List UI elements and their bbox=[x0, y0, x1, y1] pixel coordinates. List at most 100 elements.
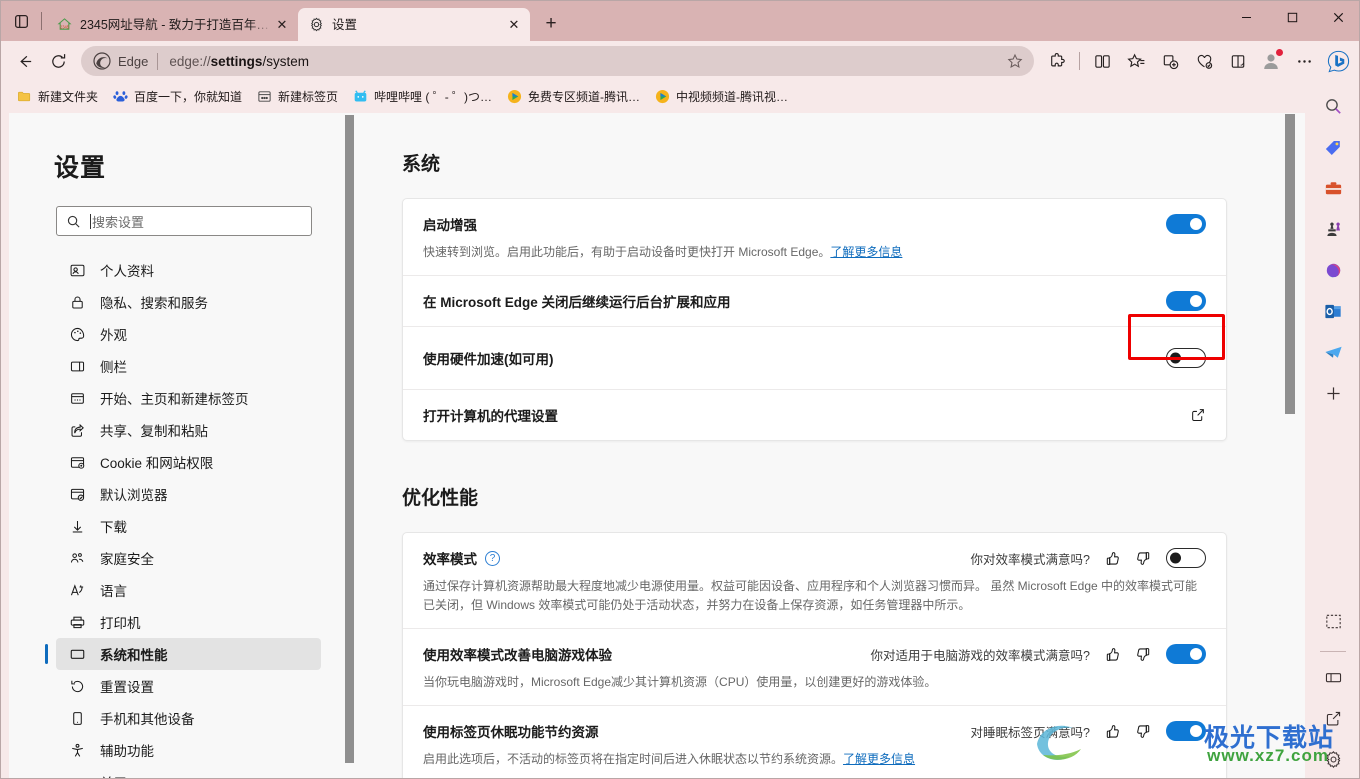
tab-close-button[interactable]: ✕ bbox=[272, 15, 292, 35]
setting-row-efficiency-mode: 效率模式 ? 你对效率模式满意吗? 通过保存计算机资源帮助最大程度地减少电源使用… bbox=[403, 533, 1226, 629]
screenshot-icon[interactable] bbox=[1316, 604, 1350, 638]
tencent-video-icon bbox=[654, 88, 670, 104]
new-tab-button[interactable]: + bbox=[536, 9, 566, 39]
open-external-icon[interactable] bbox=[1316, 701, 1350, 735]
sidebar-item-share-copy-paste[interactable]: 共享、复制和粘贴 bbox=[56, 414, 321, 446]
browser-essentials-icon[interactable] bbox=[1188, 45, 1220, 77]
thumbs-up-icon[interactable] bbox=[1104, 723, 1121, 740]
outlook-icon[interactable] bbox=[1316, 294, 1350, 328]
tab-strip: 2345 2345网址导航 - 致力于打造百年… ✕ 设置 ✕ + bbox=[1, 1, 1359, 41]
thumbs-down-icon[interactable] bbox=[1135, 646, 1152, 663]
office-icon[interactable] bbox=[1316, 253, 1350, 287]
minimize-button[interactable] bbox=[1223, 1, 1269, 33]
star-outline-icon[interactable] bbox=[1002, 48, 1028, 74]
url-host: settings bbox=[210, 53, 263, 69]
sidebar-item-languages[interactable]: 语言 bbox=[56, 574, 321, 606]
bookmark-item[interactable]: 百度一下，你就知道 bbox=[105, 84, 249, 108]
default-browser-icon bbox=[67, 484, 87, 504]
close-button[interactable] bbox=[1315, 1, 1359, 33]
sidebar-item-phone-other-devices[interactable]: 手机和其他设备 bbox=[56, 702, 321, 734]
sidebar-item-default-browser[interactable]: 默认浏览器 bbox=[56, 478, 321, 510]
search-input[interactable]: 搜索设置 bbox=[56, 206, 312, 236]
accessibility-icon bbox=[67, 740, 87, 760]
hardware-acceleration-toggle[interactable] bbox=[1166, 348, 1206, 368]
sidebar-scrollbar-thumb[interactable] bbox=[345, 115, 354, 763]
learn-more-link[interactable]: 了解更多信息 bbox=[830, 245, 902, 259]
tab-actions-icon[interactable] bbox=[1, 1, 41, 41]
thumbs-down-icon[interactable] bbox=[1135, 550, 1152, 567]
description-text: 启用此选项后，不活动的标签页将在指定时间后进入休眠状态以节约系统资源。 bbox=[423, 752, 844, 766]
refresh-icon[interactable] bbox=[42, 45, 74, 77]
help-circle-icon[interactable]: ? bbox=[485, 550, 500, 566]
setting-row-proxy-settings[interactable]: 打开计算机的代理设置 bbox=[403, 390, 1226, 440]
sleeping-tabs-toggle[interactable] bbox=[1166, 721, 1206, 741]
tab-item-1[interactable]: 设置 ✕ bbox=[298, 8, 530, 41]
split-screen-icon[interactable] bbox=[1086, 45, 1118, 77]
sidebar-item-family-safety[interactable]: 家庭安全 bbox=[56, 542, 321, 574]
omnibox-url[interactable]: edge://settings/system bbox=[169, 54, 1002, 69]
sidebar-item-label: 下载 bbox=[100, 520, 127, 535]
settings-sidebar: 设置 搜索设置 个人资料 隐私、搜索和服务 外观 侧栏 开始、主页和新建标签页 … bbox=[9, 113, 354, 778]
bookmark-item[interactable]: 新建文件夹 bbox=[9, 84, 105, 108]
sidebar-item-accessibility[interactable]: 辅助功能 bbox=[56, 734, 321, 766]
read-aloud-icon[interactable] bbox=[1222, 45, 1254, 77]
sidebar-item-about-edge[interactable]: 关于 Microsoft Edge bbox=[56, 766, 321, 778]
telegram-plane-icon[interactable] bbox=[1316, 335, 1350, 369]
sidebar-item-profile[interactable]: 个人资料 bbox=[56, 254, 321, 286]
bing-copilot-icon[interactable] bbox=[1322, 45, 1354, 77]
address-bar[interactable]: Edge edge://settings/system bbox=[81, 46, 1034, 76]
sidebar-item-downloads[interactable]: 下载 bbox=[56, 510, 321, 542]
bookmark-item[interactable]: 新建标签页 bbox=[249, 84, 345, 108]
thumbs-down-icon[interactable] bbox=[1135, 723, 1152, 740]
collections-icon[interactable] bbox=[1154, 45, 1186, 77]
download-arrow-icon bbox=[67, 516, 87, 536]
background-apps-toggle[interactable] bbox=[1166, 291, 1206, 311]
settings-gear-icon[interactable] bbox=[1316, 742, 1350, 776]
printer-icon bbox=[67, 612, 87, 632]
open-external-icon[interactable] bbox=[1190, 407, 1206, 423]
sidebar-item-appearance[interactable]: 外观 bbox=[56, 318, 321, 350]
settings-content: 系统 启动增强 快速转到浏览。启用此功能后，有助于启动设备时更快打开 Micro… bbox=[356, 113, 1296, 778]
content-scrollbar[interactable] bbox=[1285, 114, 1295, 777]
search-magnifier-icon[interactable] bbox=[1316, 89, 1350, 123]
profile-avatar-icon[interactable] bbox=[1255, 45, 1287, 77]
content-scrollbar-thumb[interactable] bbox=[1285, 114, 1295, 414]
games-icon[interactable] bbox=[1316, 212, 1350, 246]
add-plus-icon[interactable] bbox=[1316, 376, 1350, 410]
extensions-icon[interactable] bbox=[1041, 45, 1073, 77]
efficiency-mode-toggle[interactable] bbox=[1166, 548, 1206, 568]
more-ellipsis-icon[interactable] bbox=[1288, 45, 1320, 77]
tencent-video-icon bbox=[506, 88, 522, 104]
sidebar-item-cookies-permissions[interactable]: Cookie 和网站权限 bbox=[56, 446, 321, 478]
learn-more-link[interactable]: 了解更多信息 bbox=[843, 752, 915, 766]
thumbs-up-icon[interactable] bbox=[1104, 550, 1121, 567]
sidebar-item-label: 手机和其他设备 bbox=[100, 712, 195, 727]
shopping-tag-icon[interactable] bbox=[1316, 130, 1350, 164]
maximize-button[interactable] bbox=[1269, 1, 1315, 33]
sidebar-item-printers[interactable]: 打印机 bbox=[56, 606, 321, 638]
sidebar-item-label: 关于 Microsoft Edge bbox=[100, 772, 221, 778]
back-arrow-icon[interactable] bbox=[8, 45, 40, 77]
tab-item-0[interactable]: 2345 2345网址导航 - 致力于打造百年… ✕ bbox=[46, 8, 298, 41]
favorites-icon[interactable] bbox=[1120, 45, 1152, 77]
startup-boost-toggle[interactable] bbox=[1166, 214, 1206, 234]
browser-toolbar: Edge edge://settings/system bbox=[1, 41, 1359, 81]
sidebar-item-start-home-newtab[interactable]: 开始、主页和新建标签页 bbox=[56, 382, 321, 414]
thumbs-up-icon[interactable] bbox=[1104, 646, 1121, 663]
sidebar-scrollbar[interactable] bbox=[345, 115, 354, 770]
tools-briefcase-icon[interactable] bbox=[1316, 171, 1350, 205]
omnibox-brand-label: Edge bbox=[118, 53, 149, 69]
tab-close-button[interactable]: ✕ bbox=[504, 15, 524, 35]
split-panel-icon[interactable] bbox=[1316, 660, 1350, 694]
pc-gaming-efficiency-toggle[interactable] bbox=[1166, 644, 1206, 664]
sidebar-item-system-performance[interactable]: 系统和性能 bbox=[45, 638, 321, 670]
bookmark-item[interactable]: 免费专区频道-腾讯… bbox=[499, 84, 647, 108]
sidebar-item-label: Cookie 和网站权限 bbox=[100, 456, 214, 471]
bookmark-item[interactable]: 哔哩哔哩 ( ゜- ゜)つ… bbox=[345, 84, 499, 108]
sidebar-item-reset-settings[interactable]: 重置设置 bbox=[56, 670, 321, 702]
sidebar-item-sidebar[interactable]: 侧栏 bbox=[56, 350, 321, 382]
sidebar-item-privacy[interactable]: 隐私、搜索和服务 bbox=[56, 286, 321, 318]
bookmark-item[interactable]: 中视频频道-腾讯视… bbox=[647, 84, 795, 108]
edge-sidebar bbox=[1307, 81, 1359, 778]
toggle-knob bbox=[1190, 218, 1202, 230]
